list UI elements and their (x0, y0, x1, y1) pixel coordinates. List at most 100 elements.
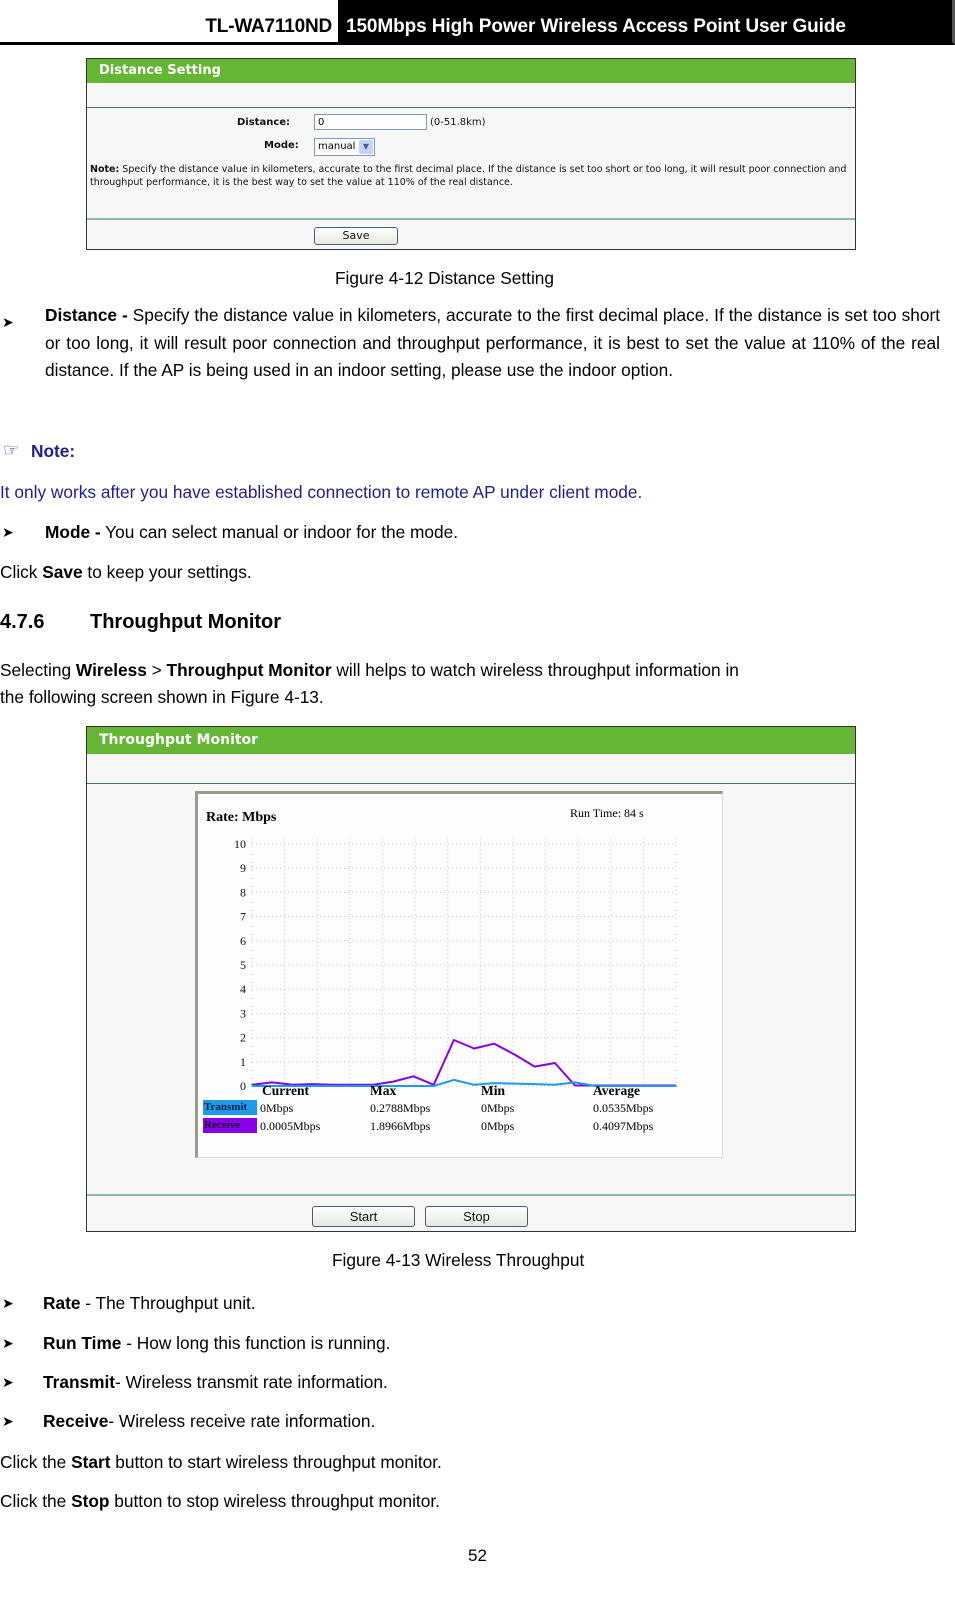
mode-description: Mode - You can select manual or indoor f… (45, 521, 458, 543)
divider (87, 107, 855, 108)
bullet-arrow-icon: ➤ (2, 314, 14, 330)
data-point-receive (534, 1066, 536, 1068)
y-tick-label: 0 (240, 1079, 246, 1093)
distance-range-hint: (0-51.8km) (430, 117, 486, 128)
distance-input[interactable]: 0 (314, 114, 427, 130)
y-tick-label: 7 (240, 910, 246, 924)
transmit-description: Transmit- Wireless transmit rate informa… (43, 1371, 388, 1393)
data-point-transmit (352, 1085, 354, 1087)
divider (87, 783, 855, 784)
series-line-receive (251, 1039, 676, 1087)
description-text: You can select manual or indoor for the … (100, 522, 459, 542)
bullet-arrow-icon: ➤ (2, 1335, 14, 1351)
mode-select-value: manual (318, 141, 356, 152)
rate-description: Rate - The Throughput unit. (43, 1292, 256, 1314)
text: button to stop wireless throughput monit… (109, 1491, 440, 1511)
data-point-receive (412, 1075, 415, 1077)
bold-text: Start (71, 1452, 111, 1472)
section-number: 4.7.6 (0, 611, 45, 633)
term: Mode - (45, 522, 101, 542)
transmit-min: 0Mbps (481, 1101, 515, 1115)
chevron-down-icon[interactable]: ▼ (359, 140, 373, 154)
section-title: Throughput Monitor (90, 611, 282, 633)
intro-line-2: the following screen shown in Figure 4-1… (0, 687, 324, 707)
term: Receive (43, 1411, 109, 1431)
data-point-transmit (473, 1084, 475, 1086)
data-point-receive (554, 1062, 556, 1064)
text: Selecting (0, 660, 76, 680)
text: to keep your settings. (82, 562, 252, 582)
transmit-max: 0.2788Mbps (370, 1101, 431, 1115)
note-text: It only works after you have established… (0, 482, 643, 502)
column-header: Max (370, 1083, 397, 1098)
divider (87, 1194, 855, 1196)
text: button to start wireless throughput moni… (110, 1452, 442, 1472)
y-tick-label: 4 (240, 982, 246, 996)
description-text: - The Throughput unit. (80, 1293, 256, 1313)
term: Distance - (45, 305, 128, 325)
save-button[interactable]: Save (314, 227, 398, 245)
text: Click (0, 562, 43, 582)
y-tick-label: 6 (240, 934, 246, 948)
y-tick-label: 2 (240, 1031, 246, 1045)
distance-label: Distance: (237, 117, 291, 128)
start-button[interactable]: Start (312, 1206, 415, 1227)
figure-caption: Figure 4-12 Distance Setting (335, 268, 555, 288)
note-label: Note: (31, 441, 76, 461)
data-point-transmit (332, 1085, 334, 1087)
data-point-receive (493, 1043, 495, 1045)
column-header: Current (262, 1083, 309, 1098)
data-point-transmit (655, 1085, 657, 1087)
receive-max: 1.8966Mbps (370, 1119, 431, 1133)
panel-title: Throughput Monitor (87, 727, 855, 754)
data-point-receive (311, 1083, 314, 1085)
start-instruction: Click the Start button to start wireless… (0, 1451, 442, 1473)
distance-setting-panel: Distance Setting Distance: 0 (0-51.8km) … (86, 58, 856, 250)
data-point-receive (513, 1053, 516, 1056)
text: Click the (0, 1452, 72, 1472)
data-point-receive (473, 1047, 475, 1050)
column-header: Min (481, 1083, 506, 1098)
data-point-transmit (675, 1085, 677, 1087)
mode-label: Mode: (264, 140, 299, 151)
text: Click the (0, 1491, 72, 1511)
transmit-current: 0Mbps (260, 1101, 294, 1115)
data-point-transmit (433, 1085, 435, 1087)
header-model: TL-WA7110ND (205, 16, 332, 37)
stop-button[interactable]: Stop (425, 1206, 528, 1227)
bold-text: Wireless (75, 660, 147, 680)
column-header: Average (593, 1083, 640, 1098)
save-instruction: Click Save to keep your settings. (0, 561, 252, 583)
description-text: - Wireless receive rate information. (108, 1411, 376, 1431)
term: Transmit (43, 1372, 116, 1392)
data-point-transmit (534, 1083, 536, 1085)
legend-receive: Receive (203, 1118, 257, 1133)
page-number: 52 (468, 1546, 487, 1565)
text: will helps to watch wireless throughput … (331, 660, 739, 680)
header-model-cell: TL-WA7110ND (0, 0, 338, 45)
bullet-arrow-icon: ➤ (2, 524, 14, 540)
description-text: - How long this function is running. (121, 1333, 391, 1353)
throughput-chart: Rate: Mbps Run Time: 84 s 0 1 2 3 4 5 6 7 8 9 10 C… (195, 791, 723, 1158)
legend-transmit: Transmit (203, 1100, 257, 1115)
throughput-monitor-panel: Throughput Monitor Rate: Mbps Run Time: … (86, 726, 856, 1232)
receive-description: Receive- Wireless receive rate informati… (43, 1410, 375, 1432)
y-tick-label: 8 (240, 885, 246, 899)
note-body: Specify the distance value in kilometers… (90, 164, 847, 188)
mode-select[interactable]: manual ▼ (314, 138, 375, 156)
data-point-receive (574, 1084, 576, 1087)
receive-average: 0.4097Mbps (593, 1119, 654, 1133)
text: > (146, 660, 167, 680)
term: Run Time (43, 1333, 122, 1353)
run-time-description: Run Time - How long this function is run… (43, 1332, 390, 1354)
pointing-hand-icon: ☞ (3, 440, 20, 460)
panel-title: Distance Setting (87, 59, 855, 83)
header-guide-title: 150Mbps High Power Wireless Access Point… (346, 16, 846, 37)
y-tick-label: 9 (240, 861, 246, 875)
data-point-transmit (574, 1081, 576, 1083)
header-title-cell: 150Mbps High Power Wireless Access Point… (338, 0, 955, 45)
data-point-transmit (513, 1082, 516, 1085)
chart-plot: 0 1 2 3 4 5 6 7 8 9 10 (234, 837, 677, 1093)
note-bold: Note: (90, 164, 120, 175)
data-point-receive (453, 1039, 455, 1041)
